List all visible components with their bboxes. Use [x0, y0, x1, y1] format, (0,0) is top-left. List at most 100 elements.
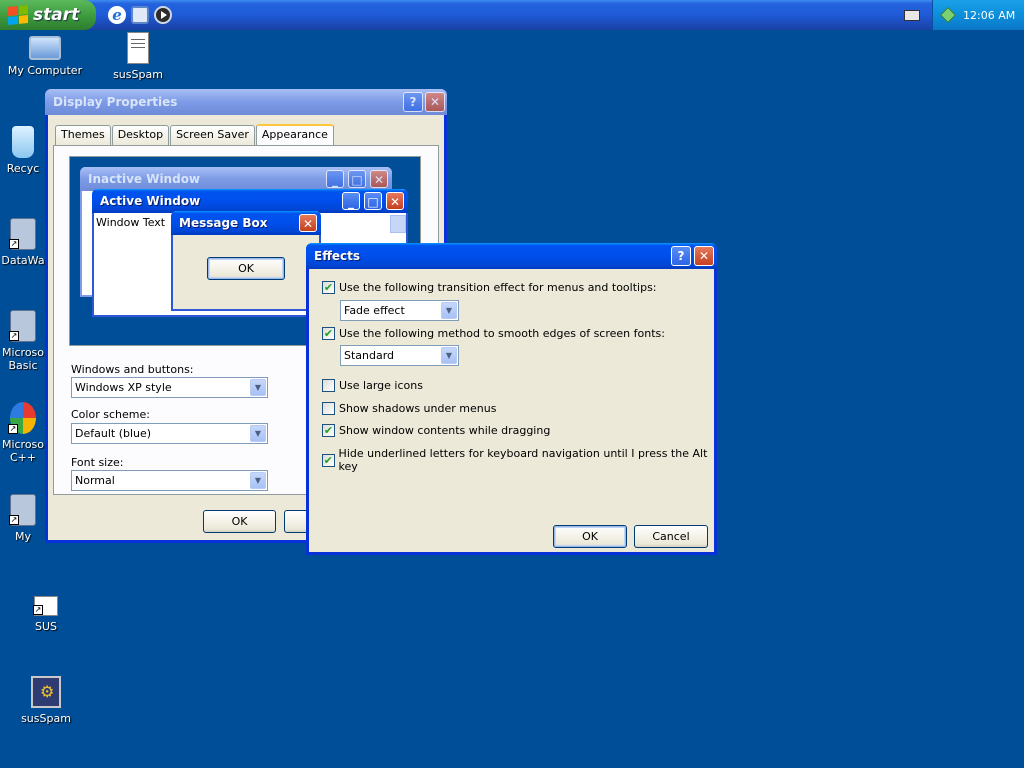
drag-contents-checkbox-row[interactable]: ✔ Show window contents while dragging [322, 424, 550, 437]
chevron-down-icon[interactable]: ▼ [250, 472, 266, 489]
tab-screen-saver[interactable]: Screen Saver [170, 125, 255, 145]
checkbox-label: Hide underlined letters for keyboard nav… [338, 447, 708, 473]
chevron-down-icon[interactable]: ▼ [250, 425, 266, 442]
font-smoothing-select[interactable]: Standard ▼ [340, 345, 459, 366]
chevron-down-icon[interactable]: ▼ [441, 302, 457, 319]
shortcut-arrow-icon: ↗ [33, 605, 43, 615]
desktop-icon-susspam-doc[interactable]: susSpam [98, 32, 178, 81]
shortcut-arrow-icon: ↗ [9, 515, 19, 525]
font-size-value: Normal [75, 474, 115, 487]
tab-desktop[interactable]: Desktop [111, 125, 170, 145]
desktop-icon-label: SUS [34, 620, 58, 633]
checkbox-transition-effect[interactable]: ✔ [322, 281, 335, 294]
checkbox-large-icons[interactable] [322, 379, 335, 392]
checkbox-hide-underlines[interactable]: ✔ [322, 453, 335, 467]
close-button[interactable]: ✕ [425, 92, 445, 112]
scroll-up-icon [390, 215, 406, 233]
transition-effect-select[interactable]: Fade effect ▼ [340, 300, 459, 321]
large-icons-checkbox-row[interactable]: Use large icons [322, 379, 423, 392]
tab-strip: Themes Desktop Screen Saver Appearance [55, 123, 335, 146]
desktop-icon-sus[interactable]: ↗ SUS [6, 588, 86, 633]
windows-buttons-select[interactable]: Windows XP style ▼ [71, 377, 268, 398]
desktop-icon-label: Microso [1, 346, 45, 359]
tab-appearance[interactable]: Appearance [255, 124, 334, 146]
desktop-icon-label-line2: Basic [8, 359, 38, 372]
computer-icon [29, 36, 61, 60]
preview-ok-button: OK [207, 257, 285, 280]
document-icon [127, 32, 149, 64]
desktop-icon-my[interactable]: ↗ My [0, 494, 46, 543]
checkbox-font-smoothing[interactable]: ✔ [322, 327, 335, 340]
checkbox-drag-contents[interactable]: ✔ [322, 424, 335, 437]
taskbar: start e 12:06 AM [0, 0, 1024, 30]
recycle-bin-icon [12, 126, 34, 158]
network-icon[interactable] [940, 7, 956, 23]
preview-window-text: Window Text [96, 216, 166, 229]
transition-effect-checkbox-row[interactable]: ✔ Use the following transition effect fo… [322, 281, 657, 294]
application-icon: ↗ [9, 494, 36, 526]
close-button[interactable]: ✕ [694, 246, 714, 266]
desktop-icon-label: Recyc [6, 162, 40, 175]
close-icon: ✕ [299, 214, 317, 232]
shortcut-arrow-icon: ↗ [9, 331, 19, 341]
close-icon: ✕ [386, 192, 404, 210]
application-icon: ↗ [8, 402, 36, 434]
hide-underlines-checkbox-row[interactable]: ✔ Hide underlined letters for keyboard n… [322, 447, 714, 473]
effects-titlebar[interactable]: Effects ? ✕ [306, 243, 717, 269]
color-scheme-label: Color scheme: [71, 408, 150, 421]
maximize-icon: □ [364, 192, 382, 210]
preview-inactive-titlebar: Inactive Window _ □ ✕ [80, 167, 392, 191]
application-icon: ↗ [9, 310, 36, 342]
font-size-select[interactable]: Normal ▼ [71, 470, 268, 491]
preview-active-titlebar: Active Window _ □ ✕ [92, 189, 408, 213]
minimize-icon: _ [326, 170, 344, 188]
checkbox-menu-shadows[interactable] [322, 402, 335, 415]
windows-buttons-value: Windows XP style [75, 381, 172, 394]
application-icon [31, 676, 61, 708]
chevron-down-icon[interactable]: ▼ [441, 347, 457, 364]
effects-ok-button[interactable]: OK [553, 525, 627, 548]
desktop-icon-label: Microso [1, 438, 45, 451]
font-smoothing-checkbox-row[interactable]: ✔ Use the following method to smooth edg… [322, 327, 665, 340]
preview-message-box: Message Box ✕ OK [171, 211, 321, 311]
help-button[interactable]: ? [403, 92, 423, 112]
menu-shadows-checkbox-row[interactable]: Show shadows under menus [322, 402, 496, 415]
transition-effect-value: Fade effect [344, 304, 405, 317]
effects-cancel-button[interactable]: Cancel [634, 525, 708, 548]
desktop-icon-datawa[interactable]: ↗ DataWa [0, 218, 46, 267]
desktop-icon-susspam-app[interactable]: susSpam [6, 676, 86, 725]
shortcut-icon: ↗ [33, 596, 58, 616]
start-button[interactable]: start [0, 0, 96, 30]
desktop-icon-microsoft-basic[interactable]: ↗ Microso Basic [0, 310, 46, 372]
effects-dialog: Effects ? ✕ ✔ Use the following transiti… [306, 243, 717, 555]
color-scheme-select[interactable]: Default (blue) ▼ [71, 423, 268, 444]
ie-icon[interactable]: e [108, 6, 126, 24]
font-smoothing-value: Standard [344, 349, 395, 362]
show-desktop-icon[interactable] [131, 6, 149, 24]
effects-title: Effects [314, 249, 361, 263]
close-icon: ✕ [370, 170, 388, 188]
checkbox-label: Show shadows under menus [339, 402, 497, 415]
tab-themes[interactable]: Themes [55, 125, 111, 145]
display-ok-button[interactable]: OK [203, 510, 276, 533]
desktop-icon-my-computer[interactable]: My Computer [5, 32, 85, 77]
desktop-icon-label: My [14, 530, 31, 543]
help-button[interactable]: ? [671, 246, 691, 266]
desktop-icon-microsoft-cpp[interactable]: ↗ Microso C++ [0, 402, 46, 464]
application-icon: ↗ [9, 218, 36, 250]
window-title: Display Properties [53, 95, 178, 109]
media-player-icon[interactable] [154, 6, 172, 24]
preview-inactive-title: Inactive Window [88, 172, 201, 186]
display-properties-titlebar[interactable]: Display Properties ? ✕ [45, 89, 447, 115]
keyboard-icon[interactable] [904, 10, 920, 21]
checkbox-label: Use the following method to smooth edges… [339, 327, 665, 340]
desktop-icon-label: DataWa [1, 254, 45, 267]
clock[interactable]: 12:06 AM [963, 9, 1015, 22]
desktop-icon-recycle-bin[interactable]: Recyc [0, 126, 46, 175]
chevron-down-icon[interactable]: ▼ [250, 379, 266, 396]
desktop-icon-label: susSpam [113, 68, 163, 81]
windows-buttons-label: Windows and buttons: [71, 363, 194, 376]
preview-active-title: Active Window [100, 194, 201, 208]
checkbox-label: Show window contents while dragging [339, 424, 551, 437]
checkbox-label: Use the following transition effect for … [339, 281, 657, 294]
